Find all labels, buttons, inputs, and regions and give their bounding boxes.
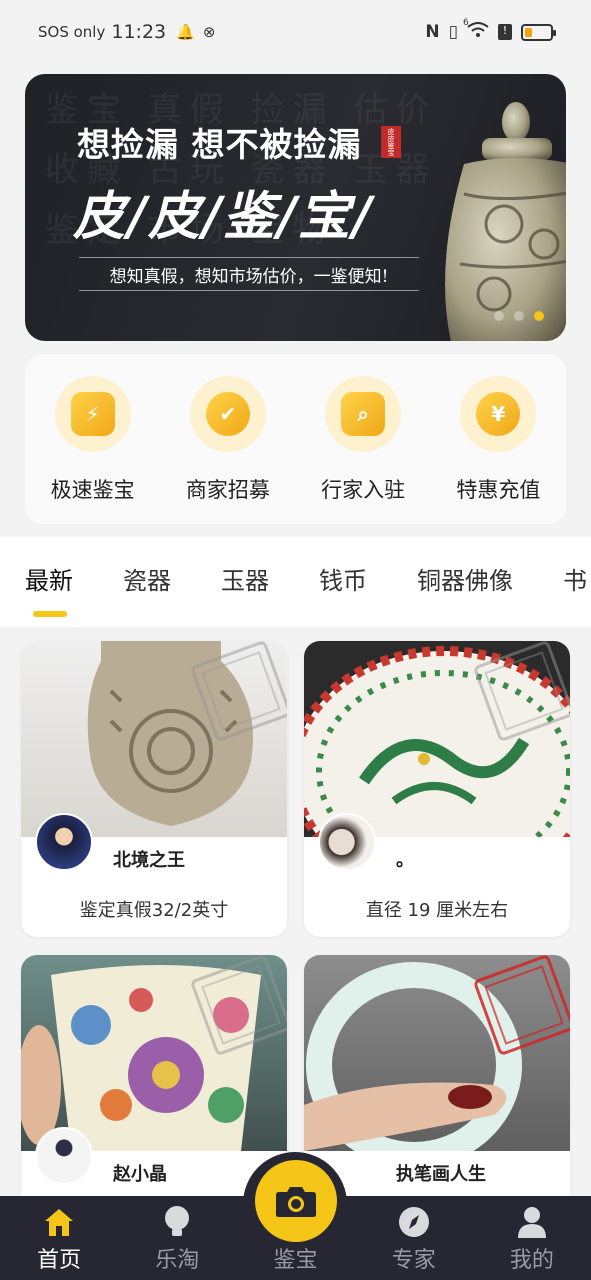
nav-label: 专家 — [391, 1248, 436, 1273]
recharge-icon: ¥ — [476, 392, 521, 436]
tab-coins[interactable]: 钱币 — [319, 537, 367, 627]
profile-icon — [514, 1204, 550, 1240]
avatar — [35, 813, 93, 871]
card-description: 直径 19 厘米左右 — [365, 900, 509, 921]
tab-porcelain[interactable]: 瓷器 — [123, 537, 171, 627]
nav-experts[interactable]: 专家 — [355, 1196, 473, 1280]
tab-latest[interactable]: 最新 — [25, 537, 73, 627]
status-bar: SOS only 11:23 🔔 ⊗ N ▯ 6 ! — [0, 0, 591, 64]
appraisal-feed: 北境之王 鉴定真假32/2英寸 。 直径 19 厘米左右 赵小晶 执笔画人生 — [0, 627, 591, 1207]
feed-card[interactable]: 北境之王 鉴定真假32/2英寸 — [21, 641, 287, 937]
quick-action-expert-join[interactable]: ⌕ 行家入驻 — [303, 376, 423, 524]
promo-banner[interactable]: 鉴宝 真假 捡漏 估价 收藏 古玩 瓷器 玉器 鉴定 市场 宝物 想捡漏 想不被… — [25, 74, 566, 341]
nav-letao[interactable]: 乐淘 — [118, 1196, 236, 1280]
merchant-recruit-icon: ✔ — [205, 392, 250, 436]
wifi-icon: 6 — [463, 18, 489, 43]
compass-icon — [396, 1204, 432, 1240]
tab-bronze-buddha[interactable]: 铜器佛像 — [417, 537, 513, 627]
feed-card[interactable]: 。 直径 19 厘米左右 — [304, 641, 570, 937]
bell-icon: 🔔 — [176, 23, 195, 41]
carrier-label: SOS only — [38, 23, 106, 41]
alert-icon: ! — [498, 24, 512, 40]
quick-action-label: 商家招募 — [185, 478, 270, 502]
item-image — [21, 955, 287, 1151]
banner-seal: 皮皮鉴宝 — [381, 126, 401, 158]
feed-card[interactable]: 执笔画人生 — [304, 955, 570, 1207]
lightbulb-icon — [159, 1204, 195, 1240]
home-icon — [41, 1204, 77, 1240]
nav-profile[interactable]: 我的 — [473, 1196, 591, 1280]
wifi-generation-label: 6 — [463, 17, 469, 28]
tab-jade[interactable]: 玉器 — [221, 537, 269, 627]
item-image — [304, 641, 570, 837]
nfc-icon: N — [425, 22, 440, 42]
banner-dot[interactable] — [494, 311, 504, 321]
clock: 11:23 — [111, 21, 167, 43]
avatar — [318, 813, 376, 871]
feed-card[interactable]: 赵小晶 — [21, 955, 287, 1207]
quick-actions-card: ⚡ 极速鉴宝 ✔ 商家招募 ⌕ 行家入驻 ¥ 特惠充值 — [25, 354, 566, 524]
quick-action-merchant-recruit[interactable]: ✔ 商家招募 — [168, 376, 288, 524]
banner-pagination[interactable] — [494, 311, 544, 321]
banner-brand: 皮/皮/鉴/宝/ — [73, 186, 373, 247]
quick-action-label: 行家入驻 — [321, 478, 406, 502]
item-image — [304, 955, 570, 1151]
tab-calligraphy[interactable]: 书 — [563, 537, 587, 627]
battery-icon — [521, 23, 556, 41]
jade-vase-image — [445, 102, 566, 341]
card-description: 鉴定真假32/2英寸 — [79, 900, 229, 921]
fast-appraisal-icon: ⚡ — [70, 392, 115, 436]
quick-action-recharge[interactable]: ¥ 特惠充值 — [438, 376, 558, 524]
banner-dot[interactable] — [514, 311, 524, 321]
banner-subtitle: 想知真假，想知市场估价，一鉴便知! — [79, 257, 419, 291]
shield-icon: ⊗ — [202, 23, 216, 41]
quick-action-fast-appraisal[interactable]: ⚡ 极速鉴宝 — [33, 376, 153, 524]
nav-label: 我的 — [509, 1248, 554, 1273]
camera-appraise-button[interactable] — [255, 1160, 337, 1242]
category-tabs: 最新 瓷器 玉器 钱币 铜器佛像 书 — [0, 537, 591, 627]
quick-action-label: 特惠充值 — [456, 478, 541, 502]
quick-action-label: 极速鉴宝 — [50, 478, 135, 502]
banner-slogan: 想捡漏 想不被捡漏 — [77, 125, 362, 164]
vibrate-icon: ▯ — [448, 22, 458, 42]
banner-dot-active[interactable] — [534, 311, 544, 321]
nav-label: 鉴宝 — [273, 1248, 318, 1273]
camera-icon — [276, 1187, 316, 1217]
avatar — [35, 1127, 93, 1185]
expert-join-icon: ⌕ — [341, 392, 386, 436]
item-image — [21, 641, 287, 837]
nav-label: 首页 — [37, 1248, 82, 1273]
nav-label: 乐淘 — [155, 1248, 200, 1273]
nav-home[interactable]: 首页 — [0, 1196, 118, 1280]
